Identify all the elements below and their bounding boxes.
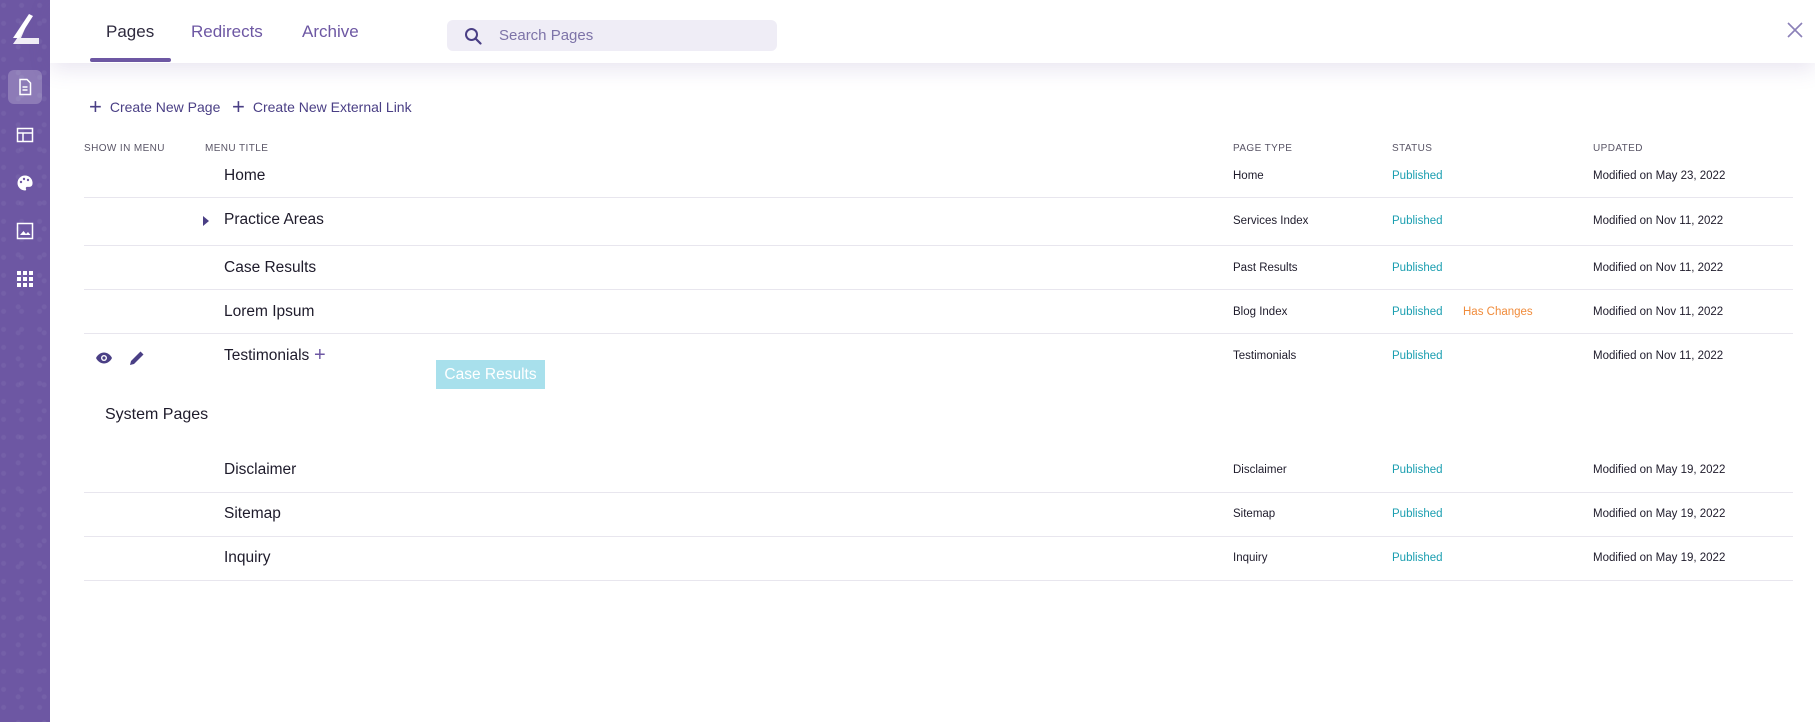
page-title[interactable]: Practice Areas xyxy=(224,211,324,229)
status-published: Published xyxy=(1392,552,1443,564)
close-icon[interactable] xyxy=(1785,20,1805,40)
status-published: Published xyxy=(1392,464,1443,476)
page-title[interactable]: Testimonials xyxy=(224,347,309,365)
drag-ghost-item[interactable]: Case Results xyxy=(436,360,545,389)
page-title[interactable]: Case Results xyxy=(224,259,316,277)
create-new-page-button[interactable]: + Create New Page xyxy=(89,96,220,118)
page-title[interactable]: Sitemap xyxy=(224,505,281,523)
app-logo[interactable] xyxy=(9,12,41,48)
table-row[interactable]: Lorem Ipsum Blog Index Published Has Cha… xyxy=(84,290,1793,334)
image-icon xyxy=(16,222,34,240)
updated-date: Modified on Nov 11, 2022 xyxy=(1593,350,1724,362)
col-header-status[interactable]: STATUS xyxy=(1392,143,1432,154)
search-input[interactable] xyxy=(499,20,759,51)
updated-date: Modified on Nov 11, 2022 xyxy=(1593,262,1724,274)
tab-pages[interactable]: Pages xyxy=(106,0,154,63)
table-row[interactable]: Inquiry Inquiry Published Modified on Ma… xyxy=(84,537,1793,581)
active-tab-indicator xyxy=(90,58,171,62)
page-title[interactable]: Inquiry xyxy=(224,549,271,567)
apps-nav-button[interactable] xyxy=(8,262,42,296)
plus-icon: + xyxy=(89,94,102,119)
page-title[interactable]: Lorem Ipsum xyxy=(224,303,314,321)
col-header-menu-title: MENU TITLE xyxy=(205,143,269,154)
media-nav-button[interactable] xyxy=(8,214,42,248)
search-box xyxy=(447,20,777,51)
add-child-plus-icon[interactable]: + xyxy=(314,345,326,365)
status-published: Published xyxy=(1392,170,1443,182)
updated-date: Modified on May 19, 2022 xyxy=(1593,508,1726,520)
col-header-page-type[interactable]: PAGE TYPE xyxy=(1233,143,1292,154)
page-type: Past Results xyxy=(1233,262,1298,274)
status-published: Published xyxy=(1392,350,1443,362)
search-icon xyxy=(465,28,482,45)
has-changes-badge: Has Changes xyxy=(1463,306,1533,318)
theme-nav-button[interactable] xyxy=(8,166,42,200)
plus-icon: + xyxy=(232,94,245,119)
table-row[interactable]: Home Home Published Modified on May 23, … xyxy=(84,160,1793,198)
eye-icon[interactable] xyxy=(95,349,113,367)
table-layout-icon xyxy=(16,127,34,143)
updated-date: Modified on May 19, 2022 xyxy=(1593,552,1726,564)
table-row[interactable]: Practice Areas Services Index Published … xyxy=(84,198,1793,246)
create-external-link-button[interactable]: + Create New External Link xyxy=(232,96,412,118)
updated-date: Modified on May 19, 2022 xyxy=(1593,464,1726,476)
create-external-link-label: Create New External Link xyxy=(252,99,412,115)
table-row[interactable]: Testimonials + Testimonials Published Mo… xyxy=(84,334,1793,378)
status-published: Published xyxy=(1392,262,1443,274)
document-icon xyxy=(19,78,32,96)
page-type: Services Index xyxy=(1233,215,1309,227)
page-type: Home xyxy=(1233,170,1264,182)
palette-icon xyxy=(17,175,33,191)
system-pages-heading: System Pages xyxy=(105,406,209,423)
page-title[interactable]: Disclaimer xyxy=(224,461,296,479)
table-row[interactable]: Case Results Past Results Published Modi… xyxy=(84,246,1793,290)
page-type: Blog Index xyxy=(1233,306,1288,318)
page-title[interactable]: Home xyxy=(224,167,265,185)
status-published: Published xyxy=(1392,215,1443,227)
pencil-icon[interactable] xyxy=(128,349,146,367)
pages-nav-button[interactable] xyxy=(8,70,42,104)
create-new-page-label: Create New Page xyxy=(109,99,221,115)
status-published: Published xyxy=(1392,508,1443,520)
page-type: Sitemap xyxy=(1233,508,1276,520)
status-published: Published xyxy=(1392,306,1443,318)
top-bar: Pages Redirects Archive xyxy=(50,0,1815,63)
page-type: Disclaimer xyxy=(1233,464,1287,476)
updated-date: Modified on Nov 11, 2022 xyxy=(1593,215,1724,227)
table-row[interactable]: Sitemap Sitemap Published Modified on Ma… xyxy=(84,493,1793,537)
grid-icon xyxy=(17,271,33,287)
tab-archive[interactable]: Archive xyxy=(302,0,359,63)
updated-date: Modified on May 23, 2022 xyxy=(1593,170,1726,182)
tab-redirects[interactable]: Redirects xyxy=(191,0,263,63)
col-header-updated[interactable]: UPDATED xyxy=(1593,143,1643,154)
layout-nav-button[interactable] xyxy=(8,118,42,152)
expand-caret-icon[interactable] xyxy=(203,216,209,226)
page-type: Testimonials xyxy=(1233,350,1297,362)
col-header-show-in-menu: SHOW IN MENU xyxy=(84,143,165,154)
table-row[interactable]: Disclaimer Disclaimer Published Modified… xyxy=(84,449,1793,493)
page-type: Inquiry xyxy=(1233,552,1268,564)
updated-date: Modified on Nov 11, 2022 xyxy=(1593,306,1724,318)
sidebar xyxy=(0,0,50,722)
